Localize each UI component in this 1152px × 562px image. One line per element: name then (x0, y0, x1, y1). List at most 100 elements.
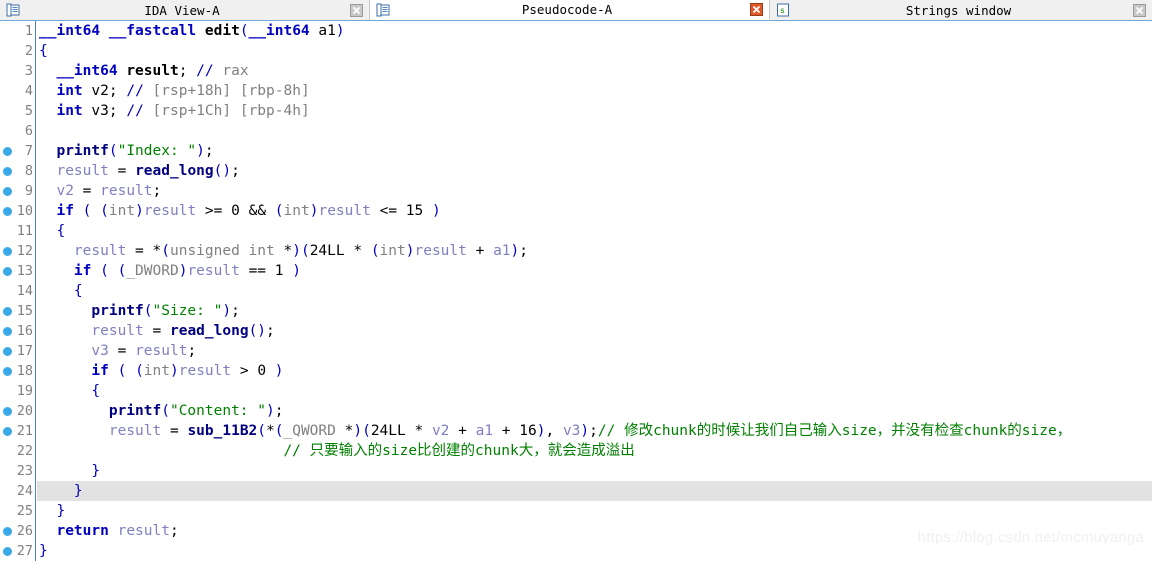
code-text[interactable]: if ( (_DWORD)result == 1 ) (37, 261, 1152, 281)
token-punc: ) (335, 23, 345, 39)
code-text[interactable]: { (37, 381, 1152, 401)
pseudocode-editor[interactable]: 1 __int64 __fastcall edit(__int64 a1) 2{3 … (0, 21, 1152, 562)
line-number: 11 (0, 221, 36, 241)
code-text[interactable] (37, 121, 1152, 141)
code-line[interactable]: 2{ (0, 41, 1152, 61)
code-text[interactable]: printf("Size: "); (37, 301, 1152, 321)
code-text[interactable]: int v2; // [rsp+18h] [rbp-8h] (37, 81, 1152, 101)
code-line[interactable]: 18 if ( (int)result > 0 ) (0, 361, 1152, 381)
code-text[interactable]: __int64 __fastcall edit(__int64 a1) (37, 21, 1152, 41)
address-marker-icon[interactable] (3, 247, 12, 256)
code-text[interactable]: printf("Content: "); (37, 401, 1152, 421)
close-gray-icon[interactable] (1133, 3, 1146, 17)
code-text[interactable]: } (37, 541, 1152, 561)
token-op: ; (274, 403, 284, 419)
code-line[interactable]: 22 // 只要输入的size比创建的chunk大，就会造成溢出 (0, 441, 1152, 461)
token-cmtg: 修改chunk的时候让我们自己输入size，并没有检查chunk的size， (615, 423, 1072, 439)
code-line[interactable]: 12 result = *(unsigned int *)(24LL * (in… (0, 241, 1152, 261)
token-punc: ( (248, 323, 258, 339)
address-marker-icon[interactable] (3, 187, 12, 196)
tab-ida-view-a[interactable]: IDA View-A (0, 0, 370, 20)
code-line[interactable]: 24 } (0, 481, 1152, 501)
code-text[interactable]: { (37, 41, 1152, 61)
address-marker-icon[interactable] (3, 407, 12, 416)
code-line[interactable]: 23 } (0, 461, 1152, 481)
token-var: result (178, 363, 232, 379)
code-text[interactable]: v2 = result; (37, 181, 1152, 201)
code-line[interactable]: 25 } (0, 501, 1152, 521)
code-text[interactable]: return result; (37, 521, 1152, 541)
code-text[interactable]: result = read_long(); (37, 321, 1152, 341)
address-marker-icon[interactable] (3, 147, 12, 156)
address-marker-icon[interactable] (3, 347, 12, 356)
code-line[interactable]: 27} (0, 541, 1152, 561)
code-line[interactable]: 17 v3 = result; (0, 341, 1152, 361)
tab-pseudocode-a[interactable]: Pseudocode-A (370, 0, 770, 20)
token-fn: printf (56, 143, 109, 159)
address-marker-icon[interactable] (3, 527, 12, 536)
code-line[interactable]: 1 __int64 __fastcall edit(__int64 a1) (0, 21, 1152, 41)
close-gray-icon[interactable] (350, 3, 363, 17)
code-line[interactable]: 13 if ( (_DWORD)result == 1 ) (0, 261, 1152, 281)
code-text[interactable]: if ( (int)result > 0 ) (37, 361, 1152, 381)
token-num: 0 (231, 203, 240, 219)
code-line[interactable]: 20 printf("Content: "); (0, 401, 1152, 421)
address-marker-icon[interactable] (3, 207, 12, 216)
document-blue-icon (376, 3, 390, 17)
address-marker-icon[interactable] (3, 367, 12, 376)
token-op: ; (231, 163, 240, 179)
token-cmt: rax (213, 63, 249, 79)
code-text[interactable]: result = sub_11B2(*(_QWORD *)(24LL * v2 … (37, 421, 1152, 441)
code-line[interactable]: 7 printf("Index: "); (0, 141, 1152, 161)
address-marker-icon[interactable] (3, 267, 12, 276)
token-var: v2 (431, 423, 450, 439)
code-line[interactable]: 26 return result; (0, 521, 1152, 541)
token-punc: // (196, 63, 214, 79)
token-fndef: result (126, 63, 179, 79)
token-cast: unsigned int (169, 243, 275, 259)
code-line[interactable]: 10 if ( (int)result >= 0 && (int)result … (0, 201, 1152, 221)
tab-strings-window[interactable]: s Strings window (770, 0, 1152, 20)
token-k: return (56, 523, 109, 539)
address-marker-icon[interactable] (3, 427, 12, 436)
code-line[interactable]: 21 result = sub_11B2(*(_QWORD *)(24LL * … (0, 421, 1152, 441)
code-text[interactable]: result = *(unsigned int *)(24LL * (int)r… (37, 241, 1152, 261)
token-punc: ( (135, 363, 144, 379)
code-line[interactable]: 8 result = read_long(); (0, 161, 1152, 181)
code-line[interactable]: 4 int v2; // [rsp+18h] [rbp-8h] (0, 81, 1152, 101)
code-text[interactable]: __int64 result; // rax (37, 61, 1152, 81)
code-text[interactable]: // 只要输入的size比创建的chunk大，就会造成溢出 (37, 441, 1152, 461)
code-text[interactable]: if ( (int)result >= 0 && (int)result <= … (37, 201, 1152, 221)
code-line[interactable]: 15 printf("Size: "); (0, 301, 1152, 321)
code-line[interactable]: 5 int v3; // [rsp+1Ch] [rbp-4h] (0, 101, 1152, 121)
code-text[interactable]: int v3; // [rsp+1Ch] [rbp-4h] (37, 101, 1152, 121)
code-text[interactable]: { (37, 221, 1152, 241)
address-marker-icon[interactable] (3, 327, 12, 336)
token-op: >= (196, 203, 232, 219)
token-op: && (248, 203, 267, 219)
code-line[interactable]: 6 (0, 121, 1152, 141)
address-marker-icon[interactable] (3, 167, 12, 176)
token-punc: ) (292, 263, 301, 279)
code-text[interactable]: printf("Index: "); (37, 141, 1152, 161)
code-line[interactable]: 16 result = read_long(); (0, 321, 1152, 341)
code-line[interactable]: 14 { (0, 281, 1152, 301)
code-text[interactable]: result = read_long(); (37, 161, 1152, 181)
code-line[interactable]: 3 __int64 result; // rax (0, 61, 1152, 81)
code-line[interactable]: 9 v2 = result; (0, 181, 1152, 201)
address-marker-icon[interactable] (3, 307, 12, 316)
token-punc: ( (370, 243, 380, 259)
code-line[interactable]: 11 { (0, 221, 1152, 241)
address-marker-icon[interactable] (3, 547, 12, 556)
code-text[interactable]: v3 = result; (37, 341, 1152, 361)
code-text[interactable]: } (37, 461, 1152, 481)
code-line[interactable]: 19 { (0, 381, 1152, 401)
code-text[interactable]: { (37, 281, 1152, 301)
code-text[interactable]: } (37, 501, 1152, 521)
code-text[interactable]: } (37, 481, 1152, 501)
close-red-icon[interactable] (750, 3, 763, 16)
